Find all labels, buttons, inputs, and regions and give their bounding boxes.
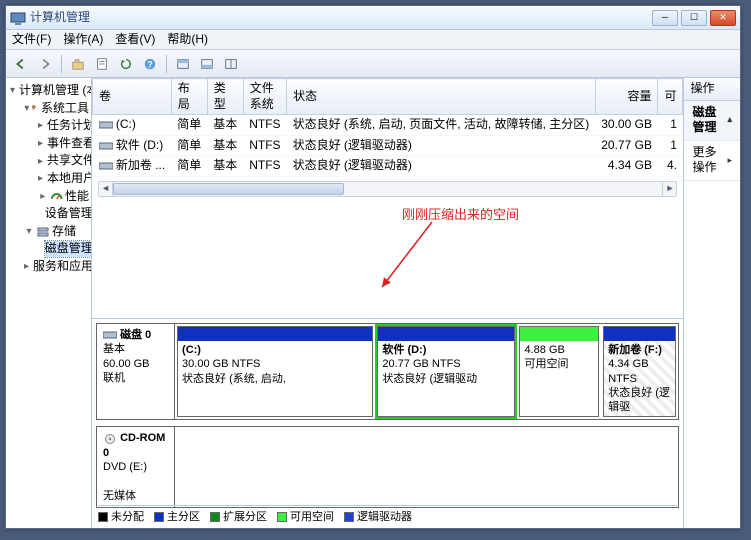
gauge-icon <box>50 189 63 203</box>
volume-icon <box>99 161 113 171</box>
app-window: 计算机管理 ─ ☐ ✕ 文件(F) 操作(A) 查看(V) 帮助(H) ? ▾ <box>5 5 741 529</box>
menubar: 文件(F) 操作(A) 查看(V) 帮助(H) <box>6 30 740 50</box>
tree-performance[interactable]: ▸性能 <box>38 188 89 206</box>
scroll-left-icon[interactable]: ◄ <box>99 182 113 196</box>
tree-services-apps[interactable]: ▸服务和应用程序 <box>24 258 89 276</box>
chevron-right-icon: ▸ <box>727 155 732 167</box>
actions-diskmgmt[interactable]: 磁盘管理▴ <box>684 101 740 141</box>
help-button[interactable]: ? <box>139 53 161 75</box>
window-title: 计算机管理 <box>30 10 652 26</box>
view-top-button[interactable] <box>172 53 194 75</box>
wrench-icon <box>31 101 39 115</box>
tree-device-manager[interactable]: 设备管理器 <box>38 205 89 223</box>
col-capacity[interactable]: 容量 <box>595 79 658 115</box>
actions-pane: 操作 磁盘管理▴ 更多操作▸ <box>684 78 740 528</box>
collapse-icon: ▴ <box>727 114 732 126</box>
tree-root[interactable]: ▾ 计算机管理 (本地) <box>10 82 89 100</box>
col-type[interactable]: 类型 <box>207 79 243 115</box>
close-button[interactable]: ✕ <box>710 10 736 26</box>
col-volume[interactable]: 卷 <box>93 79 172 115</box>
storage-icon <box>36 225 50 239</box>
main-pane: 卷 布局 类型 文件系统 状态 容量 可 (C:)简单基本NTFS状态良好 (系… <box>92 78 684 528</box>
actions-header: 操作 <box>684 78 740 101</box>
hdd-icon <box>103 330 117 340</box>
col-fs[interactable]: 文件系统 <box>243 79 286 115</box>
legend-primary: 主分区 <box>154 510 200 524</box>
toolbar: ? <box>6 50 740 78</box>
legend-logical: 逻辑驱动器 <box>344 510 412 524</box>
actions-more[interactable]: 更多操作▸ <box>684 141 740 181</box>
volume-icon <box>99 120 113 130</box>
cdrom-row[interactable]: CD-ROM 0 DVD (E:) 无媒体 <box>96 426 679 507</box>
tree-shared-folders[interactable]: ▸共享文件夹 <box>38 152 89 170</box>
titlebar: 计算机管理 ─ ☐ ✕ <box>6 6 740 30</box>
back-button[interactable] <box>10 53 32 75</box>
menu-action[interactable]: 操作(A) <box>63 32 103 48</box>
partition-c[interactable]: (C:)30.00 GB NTFS状态良好 (系统, 启动, <box>177 326 373 417</box>
tree-disk-management[interactable]: 磁盘管理 <box>38 240 89 258</box>
svg-text:?: ? <box>147 59 152 69</box>
tree-event-viewer[interactable]: ▸事件查看器 <box>38 135 89 153</box>
partition-f[interactable]: 新加卷 (F:)4.34 GB NTFS状态良好 (逻辑驱 <box>603 326 676 417</box>
view-bottom-button[interactable] <box>196 53 218 75</box>
disk0-row[interactable]: 磁盘 0 基本 60.00 GB 联机 (C:)30.00 GB NTFS状态良… <box>96 323 679 420</box>
up-button[interactable] <box>67 53 89 75</box>
menu-help[interactable]: 帮助(H) <box>167 32 208 48</box>
scroll-thumb[interactable] <box>113 183 344 195</box>
col-free[interactable]: 可 <box>658 79 683 115</box>
tree-system-tools[interactable]: ▾ 系统工具 <box>24 100 89 118</box>
properties-button[interactable] <box>91 53 113 75</box>
partition-d[interactable]: 软件 (D:)20.77 GB NTFS状态良好 (逻辑驱动 <box>377 326 515 417</box>
grid-h-scrollbar[interactable]: ◄ ► <box>98 181 677 197</box>
scroll-right-icon[interactable]: ► <box>662 182 676 196</box>
col-layout[interactable]: 布局 <box>171 79 207 115</box>
legend-free: 可用空间 <box>277 510 334 524</box>
tree-task-scheduler[interactable]: ▸任务计划程序 <box>38 117 89 135</box>
table-row[interactable]: 新加卷 ...简单基本NTFS状态良好 (逻辑驱动器)4.34 GB4. <box>93 156 683 177</box>
legend-unallocated: 未分配 <box>98 510 144 524</box>
maximize-button[interactable]: ☐ <box>681 10 707 26</box>
tree-local-users[interactable]: ▸本地用户和组 <box>38 170 89 188</box>
legend: 未分配 主分区 扩展分区 可用空间 逻辑驱动器 <box>98 505 677 524</box>
table-row[interactable]: 软件 (D:)简单基本NTFS状态良好 (逻辑驱动器)20.77 GB1 <box>93 135 683 156</box>
refresh-button[interactable] <box>115 53 137 75</box>
volume-grid[interactable]: 卷 布局 类型 文件系统 状态 容量 可 (C:)简单基本NTFS状态良好 (系… <box>92 78 683 177</box>
forward-button[interactable] <box>34 53 56 75</box>
settings-button[interactable] <box>220 53 242 75</box>
app-icon <box>10 10 26 26</box>
cd-icon <box>103 434 117 444</box>
annotation-text: 刚刚压缩出来的空间 <box>402 207 519 224</box>
legend-extended: 扩展分区 <box>210 510 267 524</box>
tree-storage[interactable]: ▾存储 <box>24 223 89 241</box>
table-row[interactable]: (C:)简单基本NTFS状态良好 (系统, 启动, 页面文件, 活动, 故障转储… <box>93 115 683 136</box>
minimize-button[interactable]: ─ <box>652 10 678 26</box>
annotation-arrow-icon <box>322 217 442 297</box>
cdrom-header: CD-ROM 0 DVD (E:) 无媒体 <box>97 427 175 506</box>
partition-free[interactable]: 4.88 GB可用空间 <box>519 326 599 417</box>
disk-diagram: 磁盘 0 基本 60.00 GB 联机 (C:)30.00 GB NTFS状态良… <box>92 318 683 528</box>
menu-file[interactable]: 文件(F) <box>12 32 51 48</box>
menu-view[interactable]: 查看(V) <box>115 32 155 48</box>
col-status[interactable]: 状态 <box>287 79 596 115</box>
nav-tree[interactable]: ▾ 计算机管理 (本地) ▾ 系统工具 ▸任务计划程序 ▸事件查看器 ▸共享文件… <box>6 78 92 528</box>
volume-icon <box>99 141 113 151</box>
disk0-header: 磁盘 0 基本 60.00 GB 联机 <box>97 324 175 419</box>
